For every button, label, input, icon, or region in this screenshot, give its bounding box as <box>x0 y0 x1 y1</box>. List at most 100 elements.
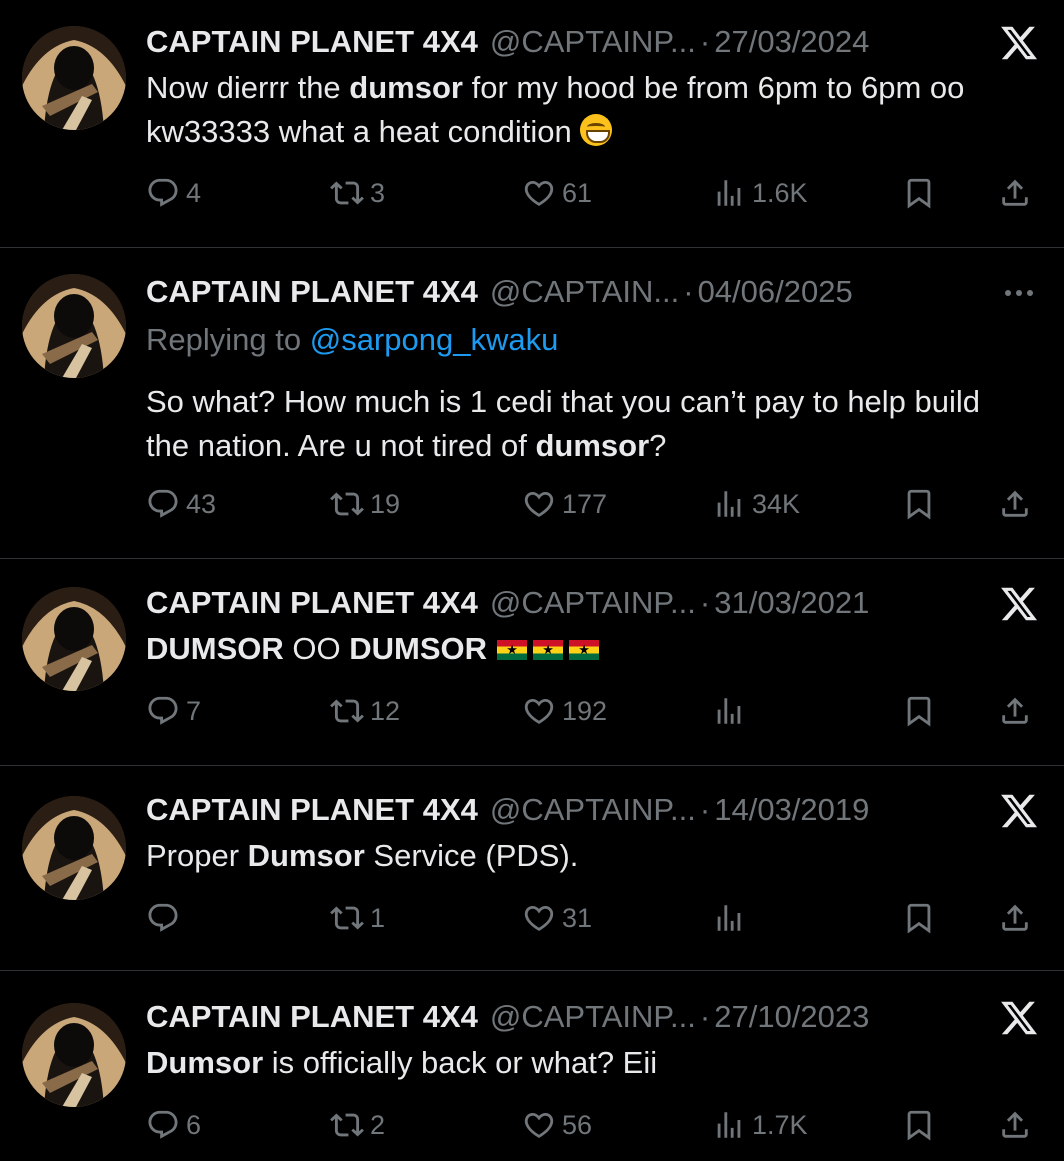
separator: · <box>699 999 711 1034</box>
tweet-actions: 1 31 <box>146 898 1042 938</box>
share-icon <box>998 176 1032 210</box>
tweet[interactable]: CAPTAIN PLANET 4X4 @CAPTAINP... · 27/03/… <box>0 0 1064 248</box>
grinning-face-emoji <box>579 114 612 146</box>
tweet[interactable]: CAPTAIN PLANET 4X4 @CAPTAINP... · 31/03/… <box>0 559 1064 766</box>
views-icon <box>712 176 746 210</box>
tweet-text: Dumsor is officially back or what? Eii <box>146 1045 658 1080</box>
views-button[interactable]: 1.6K <box>712 173 808 213</box>
like-button[interactable]: 31 <box>522 898 592 938</box>
ghana-flag-emoji <box>533 640 564 660</box>
view-count: 1.6K <box>752 177 808 208</box>
reply-mention-link[interactable]: @sarpong_kwaku <box>310 322 559 357</box>
retweet-button[interactable]: 19 <box>330 484 400 524</box>
reply-count: 6 <box>186 1109 202 1140</box>
bookmark-button[interactable] <box>902 898 936 938</box>
bookmark-button[interactable] <box>902 173 936 213</box>
like-button[interactable]: 61 <box>522 173 592 213</box>
tweet-actions: 6 2 56 1.7K <box>146 1105 1042 1145</box>
timestamp[interactable]: 31/03/2021 <box>714 585 869 621</box>
share-icon <box>998 487 1032 521</box>
avatar[interactable] <box>22 587 126 691</box>
views-button[interactable] <box>712 691 752 731</box>
share-button[interactable] <box>998 173 1032 213</box>
username[interactable]: @CAPTAINP... <box>490 999 696 1035</box>
tweet[interactable]: CAPTAIN PLANET 4X4 @CAPTAIN... · 04/06/2… <box>0 248 1064 559</box>
share-button[interactable] <box>998 1105 1032 1145</box>
retweet-icon <box>330 694 364 728</box>
heart-icon <box>522 487 556 521</box>
share-icon <box>998 1108 1032 1142</box>
share-button[interactable] <box>998 898 1032 938</box>
avatar[interactable] <box>22 1003 126 1107</box>
reply-button[interactable]: 4 <box>146 173 201 213</box>
retweet-count: 12 <box>370 695 401 726</box>
highlighted-keyword: Dumsor <box>146 1045 264 1080</box>
timestamp[interactable]: 27/03/2024 <box>714 24 869 60</box>
username[interactable]: @CAPTAINP... <box>490 24 696 60</box>
view-count: 1.7K <box>752 1109 808 1140</box>
heart-icon <box>522 694 556 728</box>
reply-button[interactable]: 43 <box>146 484 216 524</box>
reply-count: 43 <box>186 488 217 519</box>
replying-to: Replying to @sarpong_kwaku <box>146 322 559 357</box>
display-name[interactable]: CAPTAIN PLANET 4X4 <box>146 24 478 60</box>
tweet-text: DUMSOR OO DUMSOR <box>146 627 1024 671</box>
display-name[interactable]: CAPTAIN PLANET 4X4 <box>146 274 478 310</box>
heart-icon <box>522 1108 556 1142</box>
like-count: 56 <box>562 1109 593 1140</box>
username[interactable]: @CAPTAIN... <box>490 274 679 310</box>
timestamp[interactable]: 14/03/2019 <box>714 792 869 828</box>
tweet-text: Proper Dumsor Service (PDS). <box>146 838 579 873</box>
bookmark-button[interactable] <box>902 1105 936 1145</box>
like-button[interactable]: 192 <box>522 691 607 731</box>
timestamp[interactable]: 04/06/2025 <box>698 274 853 310</box>
highlighted-keyword: dumsor <box>349 70 463 105</box>
tweet[interactable]: CAPTAIN PLANET 4X4 @CAPTAINP... · 27/10/… <box>0 971 1064 1161</box>
reply-icon <box>146 1108 180 1142</box>
like-button[interactable]: 177 <box>522 484 607 524</box>
timestamp[interactable]: 27/10/2023 <box>714 999 869 1035</box>
views-icon <box>712 694 746 728</box>
reply-icon <box>146 487 180 521</box>
like-button[interactable]: 56 <box>522 1105 592 1145</box>
username[interactable]: @CAPTAINP... <box>490 792 696 828</box>
reply-icon <box>146 901 180 935</box>
bookmark-button[interactable] <box>902 484 936 524</box>
bookmark-button[interactable] <box>902 691 936 731</box>
avatar[interactable] <box>22 274 126 378</box>
like-count: 192 <box>562 695 608 726</box>
tweet[interactable]: CAPTAIN PLANET 4X4 @CAPTAINP... · 14/03/… <box>0 766 1064 971</box>
tweet-header: CAPTAIN PLANET 4X4 @CAPTAIN... · 04/06/2… <box>146 270 1064 314</box>
views-button[interactable]: 1.7K <box>712 1105 808 1145</box>
bookmark-icon <box>902 176 936 210</box>
tweet-actions: 4 3 61 1.6K <box>146 173 1042 213</box>
views-button[interactable]: 34K <box>712 484 800 524</box>
reply-button[interactable] <box>146 898 186 938</box>
retweet-icon <box>330 1108 364 1142</box>
bookmark-icon <box>902 1108 936 1142</box>
retweet-button[interactable]: 12 <box>330 691 400 731</box>
reply-icon <box>146 694 180 728</box>
separator: · <box>699 585 711 620</box>
more-options-icon[interactable] <box>998 272 1040 314</box>
x-logo-icon <box>998 790 1040 832</box>
highlighted-keyword: dumsor <box>535 428 650 463</box>
retweet-count: 19 <box>370 488 401 519</box>
username[interactable]: @CAPTAINP... <box>490 585 696 621</box>
display-name[interactable]: CAPTAIN PLANET 4X4 <box>146 792 478 828</box>
retweet-button[interactable]: 3 <box>330 173 385 213</box>
avatar[interactable] <box>22 26 126 130</box>
share-button[interactable] <box>998 484 1032 524</box>
display-name[interactable]: CAPTAIN PLANET 4X4 <box>146 585 478 621</box>
views-button[interactable] <box>712 898 752 938</box>
heart-icon <box>522 901 556 935</box>
separator: · <box>699 24 711 59</box>
share-button[interactable] <box>998 691 1032 731</box>
retweet-button[interactable]: 1 <box>330 898 385 938</box>
avatar[interactable] <box>22 796 126 900</box>
retweet-button[interactable]: 2 <box>330 1105 385 1145</box>
reply-button[interactable]: 7 <box>146 691 201 731</box>
reply-button[interactable]: 6 <box>146 1105 201 1145</box>
x-logo-icon <box>998 583 1040 625</box>
display-name[interactable]: CAPTAIN PLANET 4X4 <box>146 999 478 1035</box>
